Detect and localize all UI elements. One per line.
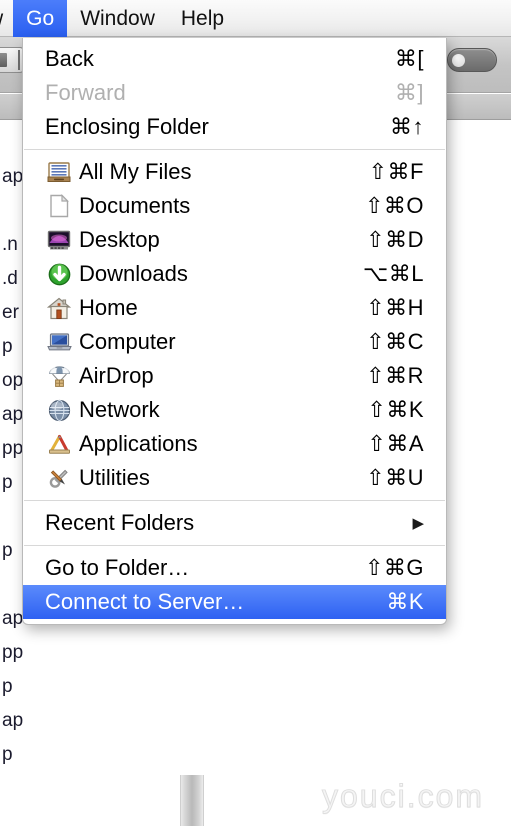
desktop-icon: [45, 228, 73, 252]
menu-item-shortcut: ⇧⌘O: [364, 193, 424, 218]
watermark: youci.com: [321, 778, 485, 815]
menu-item-label: Enclosing Folder: [45, 114, 209, 139]
menu-item-documents[interactable]: Documents ⇧⌘O: [23, 189, 446, 223]
menu-item-label: Back: [45, 46, 94, 71]
menu-item-shortcut: ⇧⌘G: [364, 555, 424, 580]
file-list-row-fragment: p: [2, 676, 13, 697]
menu-item-shortcut: ⇧⌘U: [366, 465, 424, 490]
home-icon: [45, 296, 73, 320]
menu-item-shortcut: ⌘K: [386, 589, 424, 614]
menu-item-label: Connect to Server…: [45, 589, 245, 614]
menu-item-shortcut: ⌘]: [394, 80, 424, 105]
menu-item-recent-folders[interactable]: Recent Folders ▶: [23, 506, 446, 540]
menu-item-label: Home: [79, 295, 138, 320]
menu-item-back[interactable]: Back ⌘[: [23, 42, 446, 76]
menu-bar-items: wGoWindowHelp: [0, 0, 511, 37]
menu-item-airdrop[interactable]: AirDrop ⇧⌘R: [23, 359, 446, 393]
menu-item-go-to-folder[interactable]: Go to Folder… ⇧⌘G: [23, 551, 446, 585]
menu-item-label: Documents: [79, 193, 191, 218]
menu-item-shortcut: ⌘↑: [390, 114, 424, 139]
menu-item-home[interactable]: Home ⇧⌘H: [23, 291, 446, 325]
documents-icon: [45, 194, 73, 218]
menu-item-shortcut: ⇧⌘R: [366, 363, 424, 388]
menu-item-label: Forward: [45, 80, 126, 105]
submenu-arrow-icon: ▶: [412, 514, 424, 532]
menu-bar-item-help[interactable]: Help: [168, 0, 237, 37]
utilities-icon: [45, 466, 73, 490]
menu-item-enclosing-folder[interactable]: Enclosing Folder ⌘↑: [23, 110, 446, 144]
menu-item-label: Desktop: [79, 227, 160, 252]
menu-item-shortcut: ⌘[: [394, 46, 424, 71]
computer-icon: [45, 330, 73, 354]
menu-item-label: All My Files: [79, 159, 192, 184]
menu-item-shortcut: ⇧⌘F: [368, 159, 424, 184]
menu-item-label: Utilities: [79, 465, 150, 490]
menu-item-shortcut: ⇧⌘K: [367, 397, 424, 422]
menu-bar: wGoWindowHelp: [0, 0, 511, 37]
menu-item-applications[interactable]: Applications ⇧⌘A: [23, 427, 446, 461]
menu-item-forward: Forward ⌘]: [23, 76, 446, 110]
menu-item-connect-to-server[interactable]: Connect to Server… ⌘K: [23, 585, 446, 619]
menu-separator: [24, 545, 445, 546]
menu-bar-item-w[interactable]: w: [0, 0, 13, 37]
network-icon: [45, 398, 73, 422]
menu-item-computer[interactable]: Computer ⇧⌘C: [23, 325, 446, 359]
menu-separator: [24, 500, 445, 501]
screen: app.n.derpopapppppappppapp wGoWindowHelp…: [0, 0, 511, 826]
downloads-icon: [45, 262, 73, 286]
menu-bar-item-go[interactable]: Go: [13, 0, 68, 37]
menu-item-label: Go to Folder…: [45, 555, 190, 580]
toolbar-toggle-button[interactable]: [447, 48, 497, 72]
menu-item-shortcut: ⇧⌘H: [366, 295, 424, 320]
menu-item-network[interactable]: Network ⇧⌘K: [23, 393, 446, 427]
go-menu-dropdown[interactable]: Back ⌘[ Forward ⌘] Enclosing Folder ⌘↑ All My…: [22, 38, 447, 625]
menu-item-label: Applications: [79, 431, 198, 456]
all-my-files-icon: [45, 160, 73, 184]
menu-item-shortcut: ⇧⌘D: [366, 227, 424, 252]
menu-item-label: Recent Folders: [45, 510, 195, 535]
vertical-scrollbar-fragment[interactable]: [180, 775, 204, 826]
menu-item-label: Computer: [79, 329, 176, 354]
menu-item-shortcut: ⇧⌘A: [367, 431, 424, 456]
applications-icon: [45, 432, 73, 456]
file-list-row-fragment: p: [2, 744, 13, 765]
file-list-row-fragment: ap: [2, 710, 24, 731]
menu-item-label: Downloads: [79, 261, 188, 286]
file-list-row-fragment: pp: [2, 642, 24, 663]
menu-item-all-my-files[interactable]: All My Files ⇧⌘F: [23, 155, 446, 189]
menu-item-shortcut: ⇧⌘C: [366, 329, 424, 354]
menu-item-label: Network: [79, 397, 160, 422]
menu-item-shortcut: ⌥⌘L: [362, 261, 424, 286]
menu-separator: [24, 149, 445, 150]
menu-bar-item-window[interactable]: Window: [67, 0, 168, 37]
menu-item-desktop[interactable]: Desktop ⇧⌘D: [23, 223, 446, 257]
menu-item-label: AirDrop: [79, 363, 154, 388]
menu-item-downloads[interactable]: Downloads ⌥⌘L: [23, 257, 446, 291]
menu-item-utilities[interactable]: Utilities ⇧⌘U: [23, 461, 446, 495]
airdrop-icon: [45, 364, 73, 388]
